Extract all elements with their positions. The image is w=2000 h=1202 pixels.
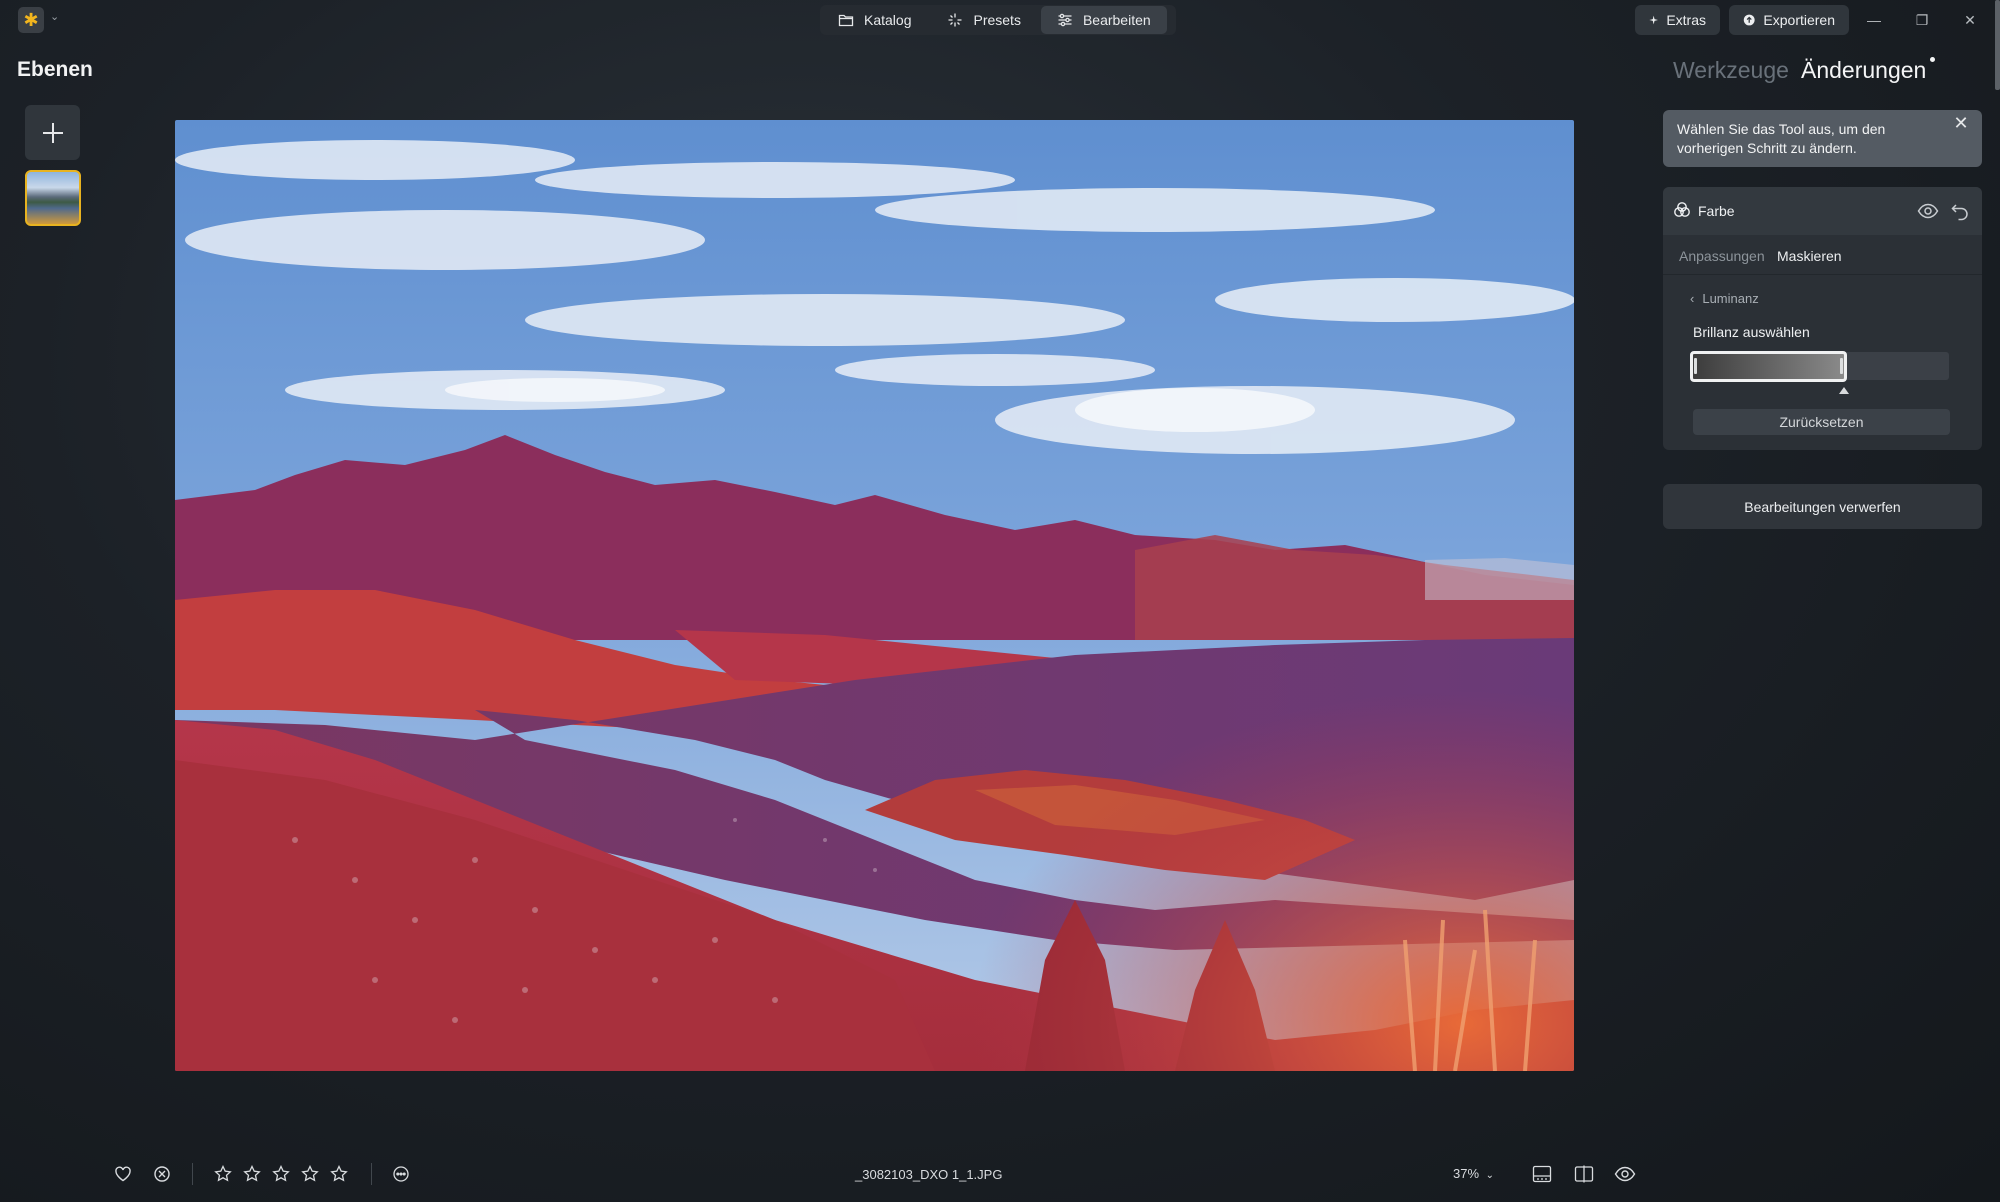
chevron-down-icon: ⌄ [1485,1170,1495,1181]
unsaved-indicator-dot [1930,57,1935,62]
panel-scrollbar[interactable] [1995,0,2000,90]
brillanz-range-selection[interactable] [1690,351,1847,382]
app-logo-icon[interactable]: ✱ [18,7,44,33]
extras-label: Extras [1666,12,1706,28]
tab-werkzeuge[interactable]: Werkzeuge [1673,57,1789,84]
mode-katalog-button[interactable]: Katalog [822,6,927,34]
subtabs-divider [1663,274,1982,275]
restore-icon[interactable]: ❐ [1910,8,1934,32]
star-5-icon[interactable] [328,1163,350,1185]
add-layer-button[interactable] [25,105,80,160]
minimize-icon[interactable]: — [1862,8,1886,32]
close-window-icon[interactable]: ✕ [1958,8,1982,32]
layer-thumbnail[interactable] [25,170,81,226]
extras-button[interactable]: Extras [1635,5,1720,35]
mode-katalog-label: Katalog [864,12,912,28]
star-3-icon[interactable] [270,1163,292,1185]
mode-bearbeiten-label: Bearbeiten [1082,12,1151,28]
tab-aenderungen[interactable]: Änderungen [1801,57,1926,84]
color-circles-icon [1674,202,1690,217]
tooltip-hint: Wählen Sie das Tool aus, um den vorherig… [1663,110,1982,167]
compare-split-icon[interactable] [1573,1163,1595,1185]
mode-bearbeiten-button[interactable]: Bearbeiten [1040,6,1167,34]
bottom-divider [192,1163,193,1185]
bottom-divider [371,1163,372,1185]
mode-presets-label: Presets [973,12,1021,28]
back-luminanz-label: Luminanz [1702,291,1759,306]
visibility-eye-icon[interactable] [1917,201,1939,221]
export-label: Exportieren [1763,12,1835,28]
reject-icon[interactable] [151,1163,173,1185]
tooltip-close-icon[interactable]: ✕ [1950,112,1972,134]
filmstrip-icon[interactable] [1531,1163,1553,1185]
heart-icon[interactable] [112,1163,134,1185]
star-4-icon[interactable] [299,1163,321,1185]
star-2-icon[interactable] [241,1163,263,1185]
undo-icon[interactable] [1950,201,1970,221]
chevron-left-icon: ‹ [1690,291,1695,306]
folder-icon [838,14,854,27]
zoom-value: 37% [1453,1166,1480,1181]
star-1-icon[interactable] [212,1163,234,1185]
range-handle-left[interactable] [1694,358,1697,374]
preview-eye-icon[interactable] [1614,1163,1636,1185]
range-handle-right[interactable] [1840,358,1843,374]
app-menu-chevron-down-icon[interactable]: ⌄ [50,10,59,23]
mode-presets-button[interactable]: Presets [931,6,1036,34]
zoom-dropdown[interactable]: 37% ⌄ [1453,1166,1494,1181]
export-button[interactable]: Exportieren [1729,5,1849,35]
range-falloff-marker[interactable] [1839,387,1849,394]
brillanz-slider-label: Brillanz auswählen [1693,324,1810,340]
back-luminanz-link[interactable]: ‹ Luminanz [1690,291,1759,306]
file-name: _3082103_DXO 1_1.JPG [855,1167,1003,1182]
more-options-icon[interactable] [390,1163,412,1185]
sparkle-star-icon [1649,15,1658,25]
photo-image [175,120,1574,1071]
mode-switcher: Katalog Presets Bearbeiten [820,5,1176,35]
plus-icon [42,122,63,143]
layers-panel-title: Ebenen [17,58,93,81]
export-icon [1743,14,1755,26]
reset-button[interactable]: Zurücksetzen [1693,409,1950,435]
subtab-maskieren[interactable]: Maskieren [1777,248,1842,264]
tooltip-text: Wählen Sie das Tool aus, um den vorherig… [1677,120,1886,156]
sliders-icon [1058,13,1072,27]
subtab-anpassungen[interactable]: Anpassungen [1679,248,1765,264]
discard-edits-button[interactable]: Bearbeitungen verwerfen [1663,484,1982,529]
photo-canvas[interactable] [175,120,1574,1071]
color-tool-title: Farbe [1698,203,1735,219]
sparkle-icon [948,13,962,27]
